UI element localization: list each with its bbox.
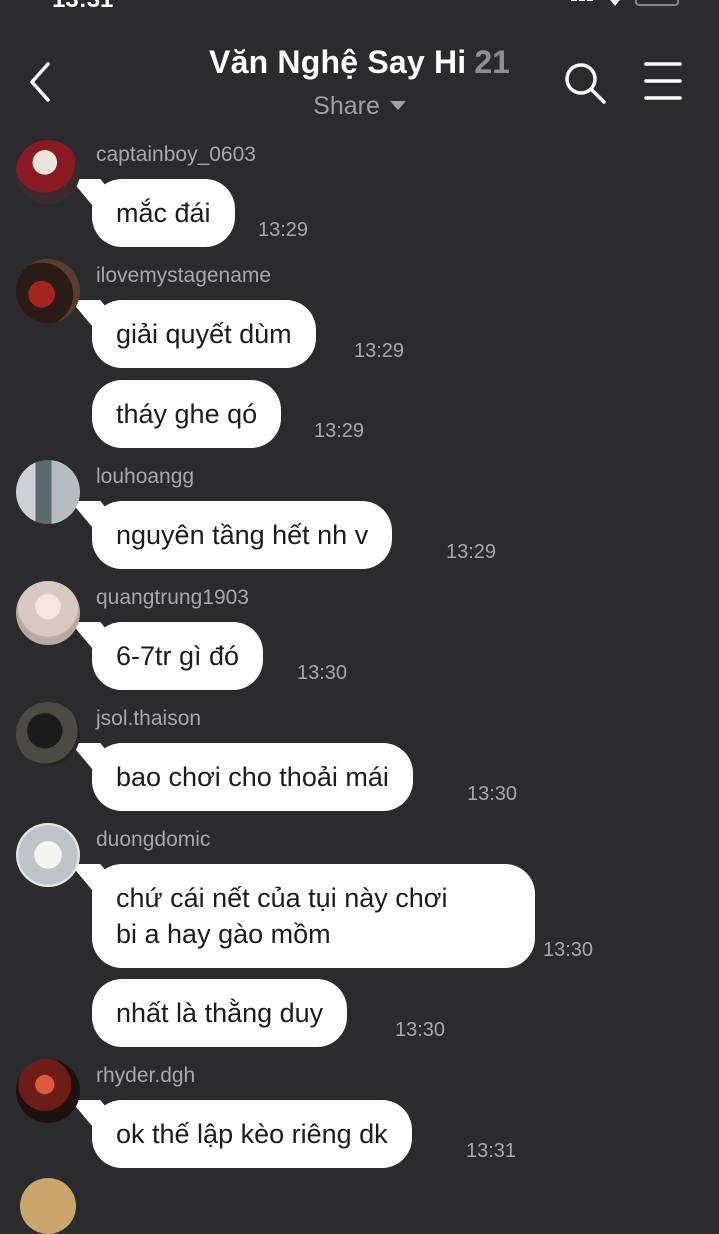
message-text-line: chứ cái nết của tụi này chơi (116, 883, 448, 913)
message-text: nhất là thằng duy (116, 998, 324, 1028)
message-username[interactable]: jsol.thaison (96, 707, 201, 731)
member-count: 21 (474, 44, 510, 80)
menu-icon (644, 62, 682, 100)
chat-title-area[interactable]: Văn Nghệ Say Hi 21 (0, 44, 719, 81)
message-bubble[interactable]: giải quyết dùm (92, 300, 316, 368)
message-bubble[interactable]: nhất là thằng duy (92, 979, 348, 1047)
message-username[interactable]: rhyder.dgh (96, 1064, 195, 1088)
message-time: 13:29 (314, 420, 365, 442)
message-username[interactable]: ilovemystagename (96, 264, 271, 288)
message-time: 13:30 (543, 939, 594, 961)
status-time: 13:31 (52, 0, 113, 14)
message-time: 13:31 (466, 1140, 517, 1162)
message-bubble[interactable]: ok thế lập kèo riêng dk (92, 1100, 412, 1168)
message-username[interactable]: captainboy_0603 (96, 143, 256, 167)
message-bubble[interactable]: 6-7tr gì đó (92, 622, 264, 690)
status-bar: 13:31 (0, 0, 719, 13)
message-text: ok thế lập kèo riêng dk (116, 1119, 388, 1149)
message-bubble[interactable]: mắc đái (92, 179, 235, 247)
message-time: 13:30 (467, 783, 518, 805)
group-title: Văn Nghệ Say Hi (209, 44, 467, 80)
avatar[interactable] (16, 823, 80, 887)
menu-button[interactable] (644, 60, 682, 102)
caret-down-icon (389, 100, 406, 110)
avatar[interactable] (20, 1178, 76, 1234)
search-button[interactable] (562, 60, 608, 106)
message-text: mắc đái (116, 198, 211, 228)
share-label: Share (313, 92, 380, 120)
signal-icon (571, 0, 595, 6)
message-text: giải quyết dùm (116, 319, 292, 349)
message-bubble[interactable]: chứ cái nết của tụi này chơi bi a hay gà… (92, 864, 535, 968)
avatar[interactable] (16, 259, 80, 323)
share-dropdown[interactable]: Share (0, 92, 719, 121)
battery-icon (635, 0, 679, 6)
chat-header: Văn Nghệ Say Hi 21 Share (0, 30, 719, 130)
status-icons (571, 0, 679, 6)
message-time: 13:29 (446, 541, 497, 563)
message-text: 6-7tr gì đó (116, 641, 240, 671)
search-icon (565, 63, 606, 104)
message-bubble[interactable]: nguyên tầng hết nh v (92, 501, 393, 569)
message-bubble[interactable]: tháy ghe qó (92, 380, 282, 448)
message-username[interactable]: quangtrung1903 (96, 586, 249, 610)
message-time: 13:30 (297, 662, 348, 684)
avatar[interactable] (16, 460, 80, 524)
message-username[interactable]: duongdomic (96, 828, 210, 852)
avatar[interactable] (16, 140, 80, 204)
message-text-line: bi a hay gào mồm (116, 919, 331, 949)
message-bubble[interactable]: bao chơi cho thoải mái (92, 743, 413, 811)
message-time: 13:29 (354, 340, 405, 362)
avatar[interactable] (16, 581, 80, 645)
message-text: bao chơi cho thoải mái (116, 762, 389, 792)
avatar[interactable] (16, 702, 80, 766)
message-time: 13:29 (258, 219, 309, 241)
wifi-icon (607, 0, 623, 6)
avatar[interactable] (16, 1059, 80, 1123)
message-username[interactable]: louhoangg (96, 465, 194, 489)
message-text: tháy ghe qó (116, 399, 258, 429)
message-time: 13:30 (395, 1019, 446, 1041)
message-text: nguyên tầng hết nh v (116, 520, 369, 550)
